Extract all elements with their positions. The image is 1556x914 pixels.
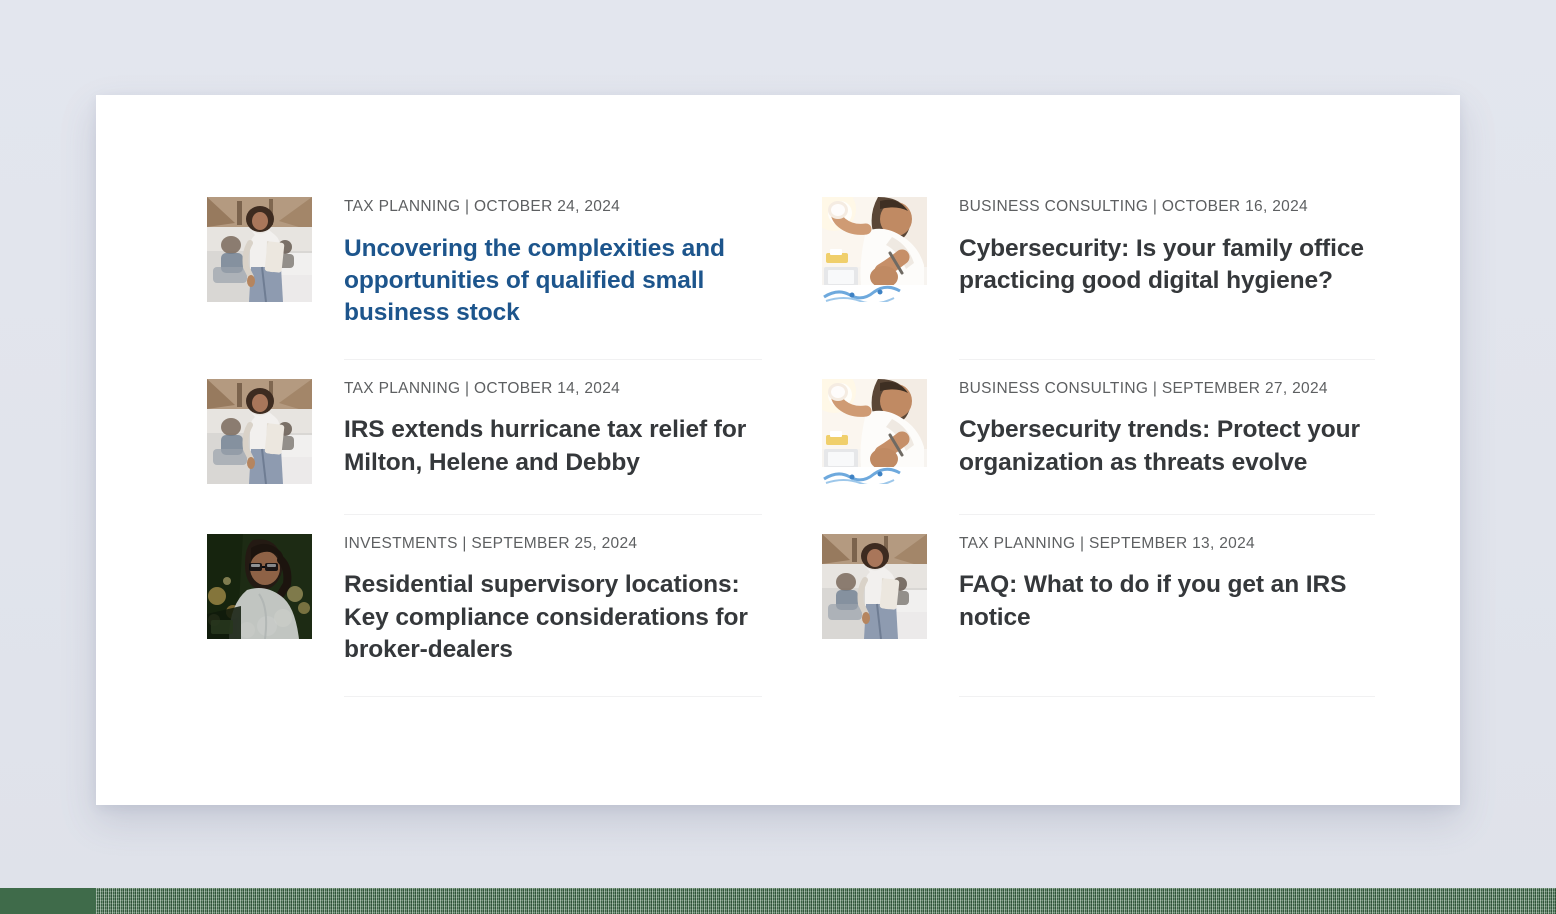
article-divider [344,695,762,697]
woman-with-glasses-at-night-photo [207,534,312,639]
article-thumbnail-cybersecurity-family-office[interactable] [822,197,927,302]
article-divider [344,358,762,360]
article-card[interactable]: TAX PLANNING | OCTOBER 24, 2024 Uncoverin… [207,197,762,329]
article-meta: BUSINESS CONSULTING | OCTOBER 16, 2024 [959,198,1308,215]
article-divider [344,513,762,515]
footer-band [0,888,1556,914]
person-writing-at-desk-photo [822,379,927,484]
article-meta: INVESTMENTS | SEPTEMBER 25, 2024 [344,534,638,552]
woman-standing-in-open-office-photo [207,197,312,302]
article-thumbnail-faq-irs-notice[interactable] [822,533,927,639]
article-body: TAX PLANNING | SEPTEMBER 13, 2024 FAQ: Wh… [959,534,1375,634]
article-title-link[interactable]: Uncovering the complexities and opportun… [344,233,762,329]
article-card[interactable]: BUSINESS CONSULTING | SEPTEMBER 27, 2024… [822,378,1375,484]
article-body: TAX PLANNING | OCTOBER 24, 2024 Uncoverin… [344,197,762,329]
article-card[interactable]: INVESTMENTS | SEPTEMBER 25, 2024 Resident… [207,533,762,666]
article-meta: TAX PLANNING | SEPTEMBER 13, 2024 [959,534,1255,552]
article-thumbnail-residential-supervisory-locations[interactable] [207,533,312,639]
article-body: INVESTMENTS | SEPTEMBER 25, 2024 Resident… [344,534,762,666]
article-thumbnail-irs-hurricane-relief[interactable] [207,378,312,484]
article-title-link[interactable]: Cybersecurity trends: Protect your organ… [959,414,1375,478]
article-body: BUSINESS CONSULTING | OCTOBER 16, 2024 Cy… [959,197,1375,297]
article-divider-wrap [207,666,762,716]
article-meta: TAX PLANNING | OCTOBER 14, 2024 [344,379,621,397]
article-thumbnail-cybersecurity-trends[interactable] [822,378,927,484]
article-title-link[interactable]: Cybersecurity: Is your family office pra… [959,233,1375,297]
article-title-link[interactable]: Residential supervisory locations: Key c… [344,569,762,665]
article-body: TAX PLANNING | OCTOBER 14, 2024 IRS exten… [344,379,762,479]
woman-standing-in-open-office-photo [822,534,927,639]
woman-standing-in-open-office-photo [207,379,312,484]
article-divider [959,513,1375,515]
article-divider-wrap [207,484,762,534]
article-thumbnail-qsbs[interactable] [207,197,312,302]
article-card[interactable]: BUSINESS CONSULTING | OCTOBER 16, 2024 Cy… [822,197,1375,329]
article-title-link[interactable]: IRS extends hurricane tax relief for Mil… [344,414,762,478]
article-divider [959,695,1375,697]
article-divider-wrap [822,329,1375,379]
article-grid: TAX PLANNING | OCTOBER 24, 2024 Uncoverin… [207,197,1375,716]
article-divider-wrap [207,329,762,379]
article-divider-wrap [822,484,1375,534]
article-divider-wrap [822,666,1375,716]
article-title-link[interactable]: FAQ: What to do if you get an IRS notice [959,569,1375,633]
article-meta: BUSINESS CONSULTING | SEPTEMBER 27, 2024 [959,379,1328,397]
article-card[interactable]: TAX PLANNING | OCTOBER 14, 2024 IRS exten… [207,378,762,484]
article-list-card: TAX PLANNING | OCTOBER 24, 2024 Uncoverin… [96,95,1460,805]
article-card[interactable]: TAX PLANNING | SEPTEMBER 13, 2024 FAQ: Wh… [822,533,1375,666]
person-writing-at-desk-photo [822,197,927,302]
article-meta: TAX PLANNING | OCTOBER 24, 2024 [344,198,621,215]
article-body: BUSINESS CONSULTING | SEPTEMBER 27, 2024… [959,379,1375,479]
article-divider [959,358,1375,360]
